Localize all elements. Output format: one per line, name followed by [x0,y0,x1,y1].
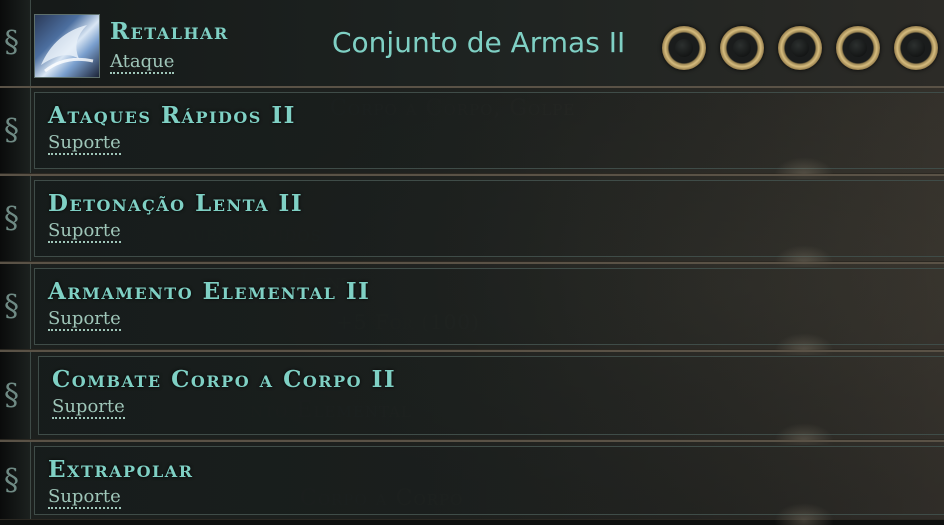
support-gem-name: Ataques Rápidos II [48,102,296,129]
support-gem-name: Combate Corpo a Corpo II [52,366,397,393]
support-gem-type[interactable]: Suporte [48,309,121,331]
swirl-ornament-icon: § [4,462,19,498]
skill-gem-type[interactable]: Ataque [110,52,175,74]
row-left-cap: § [0,176,31,261]
swirl-ornament-icon: § [4,25,19,60]
support-gem-name: Detonação Lenta II [48,190,304,217]
swirl-ornament-icon: § [4,200,19,236]
row-left-cap: § [0,88,31,173]
support-gem-type[interactable]: Suporte [48,133,121,155]
row-left-cap: § [0,442,31,519]
gem-socket[interactable] [836,26,880,70]
support-gem-type[interactable]: Suporte [48,221,121,243]
support-gem-name: Extrapolar [48,456,194,483]
support-gem-row[interactable]: § Detonação Lenta II Suporte [0,174,944,267]
row-left-cap: § [0,264,31,349]
shield-boss-decoration [774,503,834,525]
weapon-set-label: Conjunto de Armas II [332,26,626,59]
support-gem-row[interactable]: § Ataques Rápidos II Suporte [0,86,944,179]
support-gem-type[interactable]: Suporte [52,397,125,419]
skill-gem-row[interactable]: § Retalhar Ataque Conjunto de Armas II [0,0,944,88]
support-gem-row[interactable]: § Armamento Elemental II Suporte [0,262,944,355]
gem-socket[interactable] [894,26,938,70]
support-gem-type[interactable]: Suporte [48,487,121,509]
skill-gem-name: Retalhar [110,18,229,45]
gem-socket[interactable] [720,26,764,70]
support-gem-row[interactable]: § Extrapolar Suporte [0,440,944,525]
skill-gem-icon[interactable] [34,14,100,78]
support-gem-name: Armamento Elemental II [48,278,371,305]
swirl-ornament-icon: § [4,377,19,413]
swirl-ornament-icon: § [4,288,19,324]
swirl-ornament-icon: § [4,112,19,148]
support-gem-row[interactable]: § Combate Corpo a Corpo II Suporte [0,350,944,445]
row-left-cap: § [0,352,31,439]
gem-socket[interactable] [778,26,822,70]
gem-socket[interactable] [662,26,706,70]
row-left-cap: § [0,0,31,86]
